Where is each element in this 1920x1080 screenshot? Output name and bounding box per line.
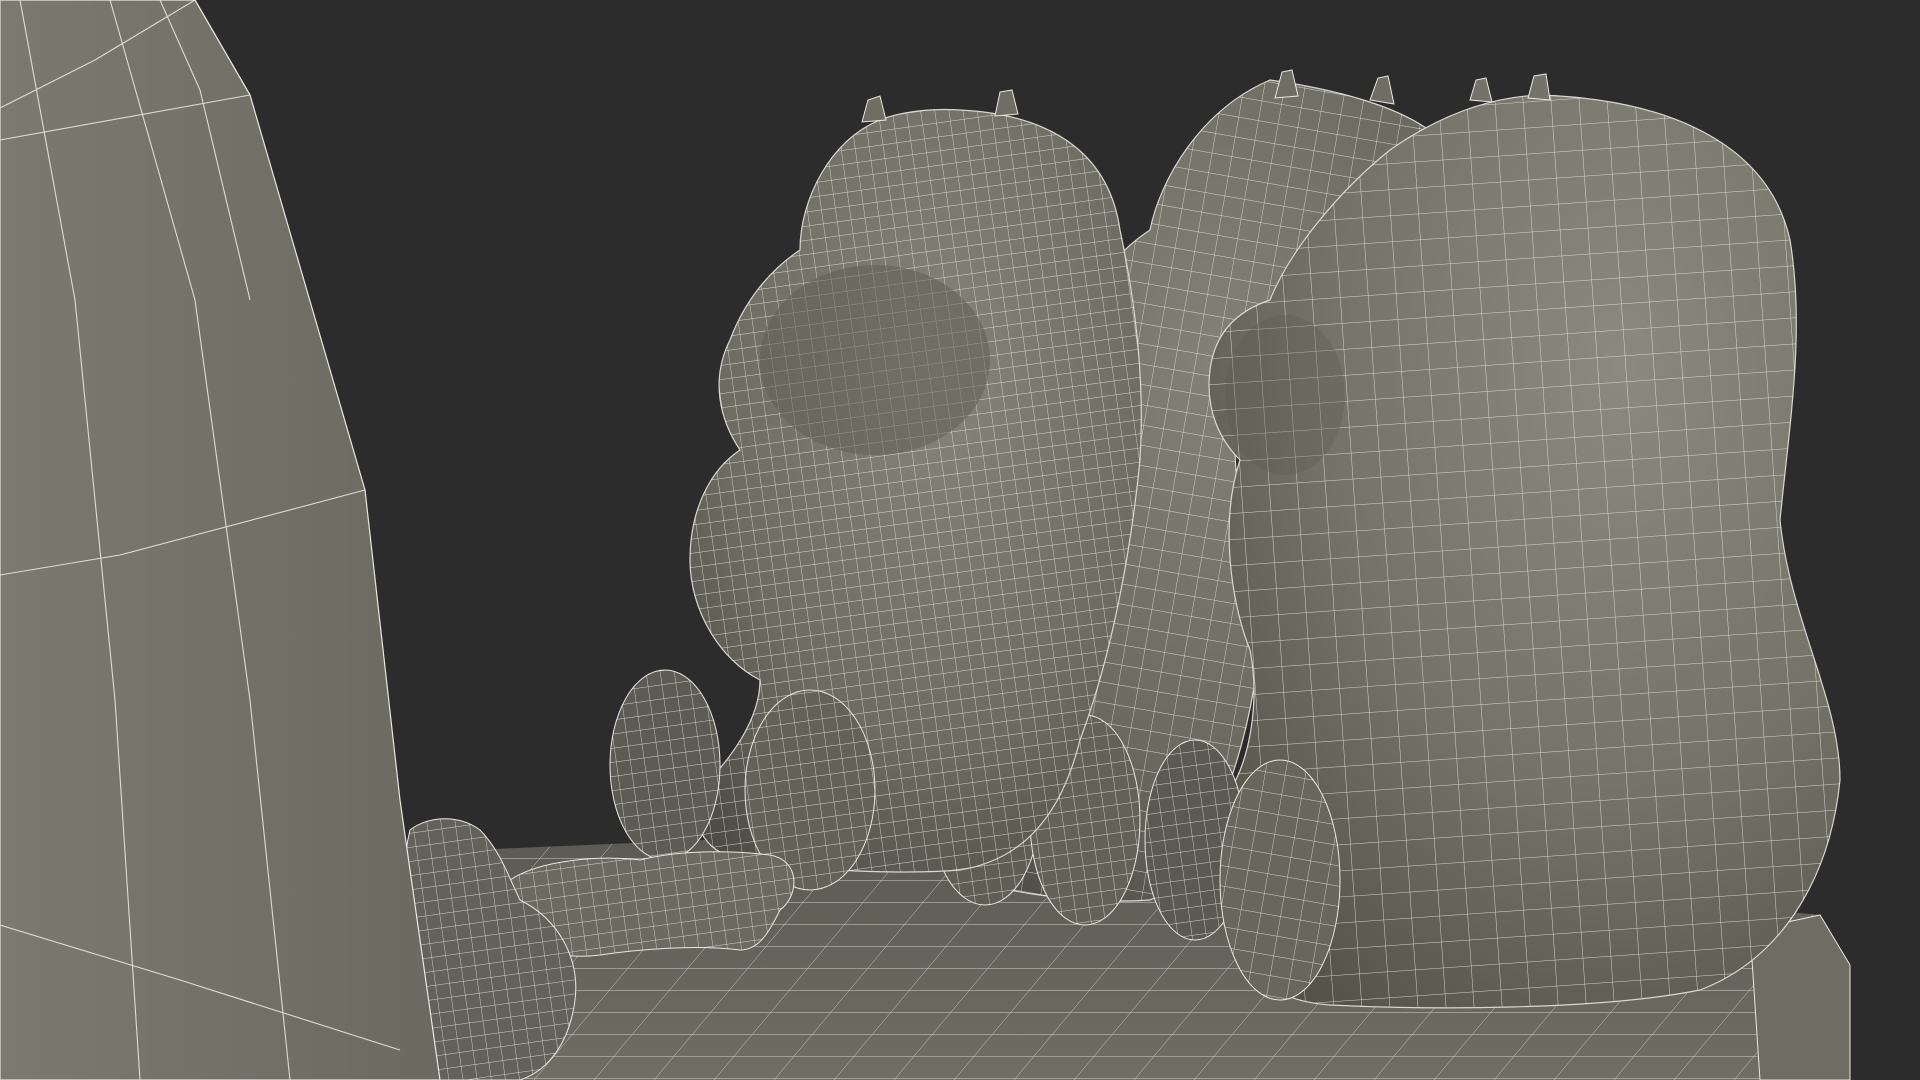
bear-ear bbox=[1527, 73, 1551, 101]
bear-ear bbox=[861, 95, 887, 123]
bear-ear bbox=[994, 89, 1019, 117]
bear-paw-wireframe bbox=[1220, 760, 1340, 1000]
wireframe-scene bbox=[0, 0, 1851, 1080]
bear-muzzle-shadow bbox=[1225, 315, 1345, 475]
bear-figurine-left bbox=[609, 89, 1142, 891]
bear-ear bbox=[1369, 75, 1395, 105]
render-viewport bbox=[0, 0, 1920, 1080]
wall-surface bbox=[0, 0, 441, 1080]
bear-muzzle-shadow bbox=[760, 265, 990, 455]
bear-ear bbox=[1469, 77, 1493, 103]
bear-paw-wireframe bbox=[610, 670, 720, 860]
bear-ear bbox=[1274, 69, 1299, 99]
wall-panel bbox=[0, 0, 441, 1080]
